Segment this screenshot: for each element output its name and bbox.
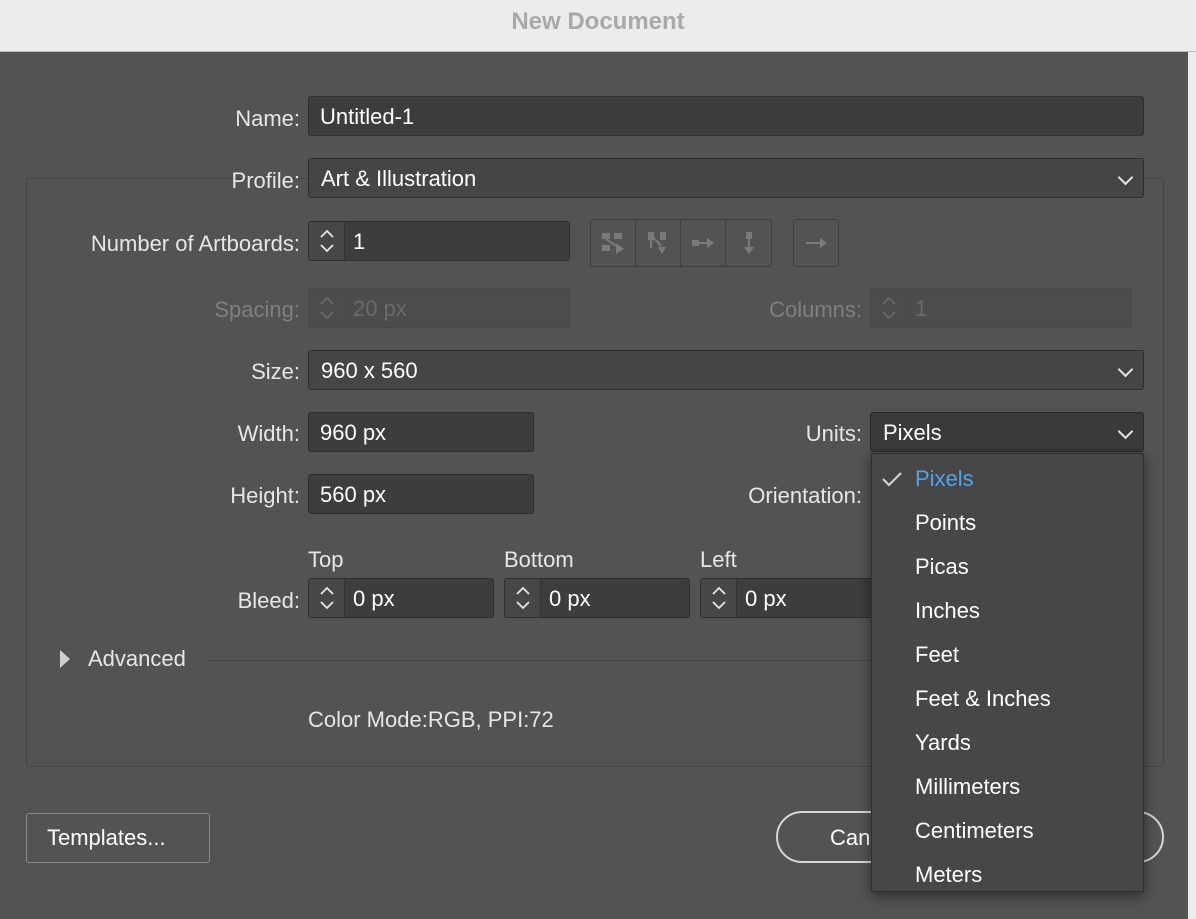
bleed-top-stepper[interactable]: 0 px [308,578,494,618]
units-label: Units: [805,421,862,446]
color-mode-info: Color Mode:RGB, PPI:72 [308,707,554,732]
up-down-arrows-icon [712,586,726,610]
columns-stepper: 1 [870,288,1132,328]
stepper-arrows[interactable] [505,579,541,617]
bleed-top-value[interactable]: 0 px [345,579,493,617]
arrange-by-row-icon [692,238,714,248]
profile-value: Art & Illustration [321,166,477,191]
profile-select[interactable]: Art & Illustration [308,158,1144,198]
menu-item-millimeters[interactable]: Millimeters [872,764,1143,808]
stepper-arrows[interactable] [701,579,737,617]
size-label: Size: [251,359,300,384]
size-select[interactable]: 960 x 560 [308,350,1144,390]
window-title: New Document [511,8,685,35]
chevron-down-icon [1117,361,1134,378]
artboards-stepper[interactable]: 1 [308,221,570,261]
menu-item-centimeters[interactable]: Centimeters [872,808,1143,852]
profile-label: Profile: [231,168,300,193]
menu-item-yards[interactable]: Yards [872,720,1143,764]
up-down-arrows-icon [882,296,896,320]
menu-item-inches[interactable]: Inches [872,588,1143,632]
bleed-bottom-value[interactable]: 0 px [541,579,689,617]
disclosure-triangle-icon [60,650,70,668]
menu-item-label: Millimeters [915,774,1021,799]
bleed-bottom-stepper[interactable]: 0 px [504,578,690,618]
menu-item-label: Yards [915,730,971,755]
chevron-down-icon [1117,169,1134,186]
columns-value: 1 [907,289,1131,327]
bleed-left-stepper[interactable]: 0 px [700,578,886,618]
spacing-stepper: 20 px [308,288,570,328]
artboard-layout-buttons [590,219,772,267]
window-edge [1188,52,1196,919]
height-label: Height: [230,483,300,508]
menu-item-label: Inches [915,598,980,623]
menu-item-picas[interactable]: Picas [872,544,1143,588]
columns-label: Columns: [769,297,862,322]
menu-item-points[interactable]: Points [872,500,1143,544]
name-label: Name: [235,106,300,131]
width-field[interactable]: 960 px [308,412,534,452]
right-to-left-layout-button[interactable] [793,219,839,267]
chevron-down-icon [1117,423,1134,440]
bleed-left-label: Left [700,547,737,572]
name-field[interactable]: Untitled-1 [308,96,1144,136]
menu-item-feet-inches[interactable]: Feet & Inches [872,676,1143,720]
title-bar: New Document [0,0,1196,52]
templates-button[interactable]: Templates... [26,813,210,863]
up-down-arrows-icon [320,229,334,253]
artboards-label: Number of Artboards: [90,231,300,256]
menu-item-label: Feet & Inches [915,686,1051,711]
spacing-label: Spacing: [214,297,300,322]
arrange-by-column-icon [743,232,754,254]
stepper-arrows[interactable] [309,222,345,260]
orientation-label: Orientation: [748,483,862,508]
advanced-divider [208,660,873,661]
width-label: Width: [237,421,300,446]
advanced-label: Advanced [88,646,186,671]
menu-item-label: Picas [915,554,969,579]
menu-item-label: Feet [915,642,960,667]
menu-item-label: Pixels [915,466,974,491]
bleed-label: Bleed: [237,588,300,613]
advanced-disclosure[interactable]: Advanced [60,646,186,672]
menu-item-label: Points [915,510,977,535]
arrange-by-row-button[interactable] [681,220,726,266]
grid-by-row-icon [602,233,624,254]
menu-item-pixels[interactable]: Pixels [872,456,1143,500]
units-value: Pixels [883,420,942,445]
menu-item-meters[interactable]: Meters [872,852,1143,896]
size-value: 960 x 560 [321,358,418,383]
bleed-left-value[interactable]: 0 px [737,579,885,617]
height-field[interactable]: 560 px [308,474,534,514]
units-dropdown-menu: Pixels Points Picas Inches Feet Feet & I… [871,453,1144,892]
arrow-right-icon [806,238,827,248]
grid-by-column-icon [648,232,666,254]
up-down-arrows-icon [320,296,334,320]
menu-item-label: Meters [915,862,983,887]
arrange-by-column-button[interactable] [726,220,771,266]
up-down-arrows-icon [516,586,530,610]
checkmark-icon [882,472,902,487]
stepper-arrows[interactable] [309,579,345,617]
grid-by-row-button[interactable] [591,220,636,266]
menu-item-label: Centimeters [915,818,1034,843]
menu-item-feet[interactable]: Feet [872,632,1143,676]
bleed-top-label: Top [308,547,344,572]
stepper-arrows [309,289,345,327]
up-down-arrows-icon [320,586,334,610]
bleed-bottom-label: Bottom [504,547,574,572]
grid-by-column-button[interactable] [636,220,681,266]
artboards-value[interactable]: 1 [345,222,569,260]
spacing-value: 20 px [345,289,569,327]
units-select[interactable]: Pixels [870,412,1144,452]
stepper-arrows [871,289,907,327]
